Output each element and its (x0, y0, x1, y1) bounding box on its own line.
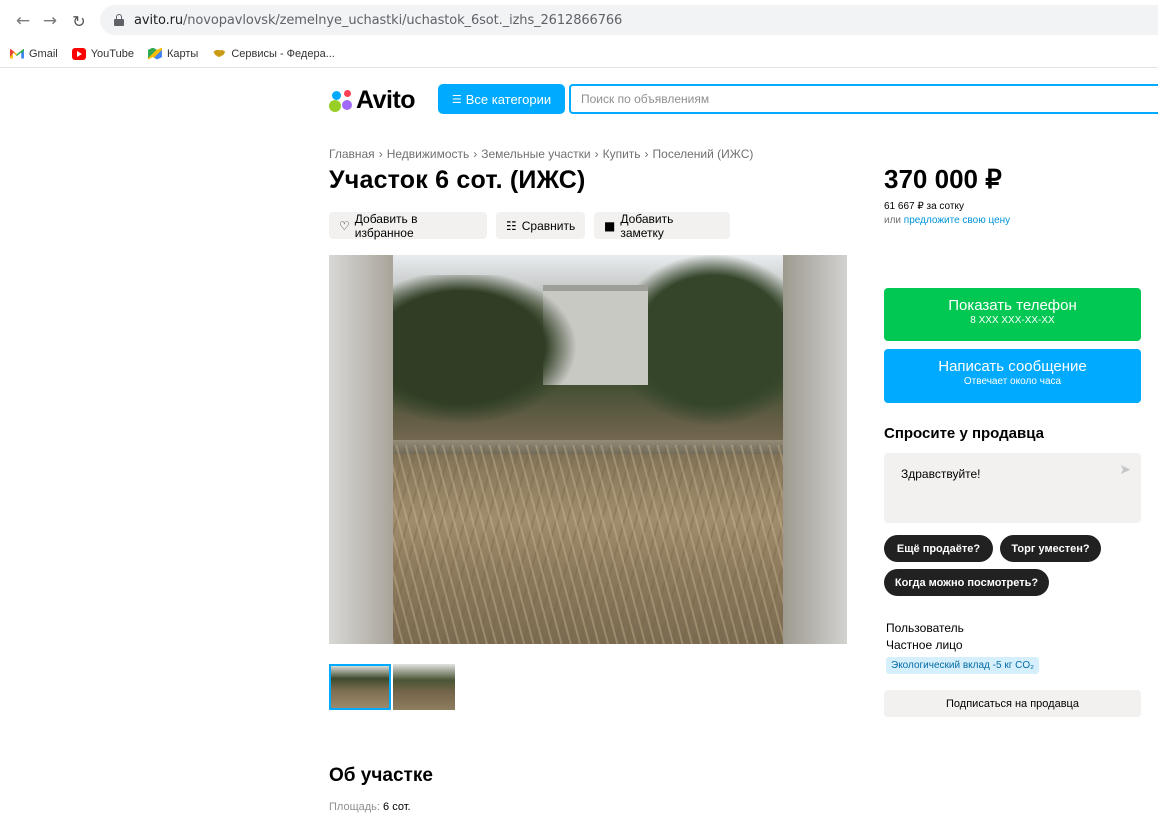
breadcrumb-item-home[interactable]: Главная (329, 147, 375, 161)
photo-gallery[interactable] (329, 255, 847, 644)
compare-button[interactable]: ☷ Сравнить (496, 212, 585, 239)
add-to-favorites-button[interactable]: ♡ Добавить в избранное (329, 212, 487, 240)
breadcrumb-item-izhs[interactable]: Поселений (ИЖС) (653, 147, 754, 161)
ask-seller-title: Спросите у продавца (884, 425, 1044, 442)
bookmark-gmail[interactable]: Gmail (10, 48, 58, 60)
bookmark-maps[interactable]: Карты (147, 47, 198, 60)
heart-icon: ♡ (339, 218, 350, 233)
breadcrumb-item-land[interactable]: Земельные участки (481, 147, 590, 161)
gallery-blur-left (329, 255, 393, 644)
menu-search-icon: ☰ (451, 92, 462, 106)
photo-thumbnail[interactable] (393, 664, 455, 710)
quick-question-chip[interactable]: Когда можно посмотреть? (884, 569, 1049, 596)
show-phone-button[interactable]: Показать телефон 8 XXX XXX-XX-XX (884, 288, 1141, 341)
bookmark-youtube[interactable]: YouTube (71, 47, 134, 60)
forward-arrow-icon[interactable]: → (37, 8, 63, 34)
url-text: avito.ru/novopavlovsk/zemelnye_uchastki/… (134, 12, 623, 28)
main-photo[interactable] (393, 255, 783, 644)
area-param: Площадь: 6 сот. (329, 801, 411, 813)
seller-type: Частное лицо (886, 638, 963, 652)
quick-question-chip[interactable]: Торг уместен? (1000, 535, 1101, 562)
subscribe-seller-button[interactable]: Подписаться на продавца (884, 690, 1141, 717)
lock-icon[interactable] (114, 14, 124, 26)
write-message-button[interactable]: Написать сообщение Отвечает около часа (884, 349, 1141, 403)
send-icon[interactable]: ➤ (1119, 462, 1131, 478)
back-arrow-icon[interactable]: ← (10, 8, 36, 34)
youtube-icon (71, 47, 86, 60)
bookmark-gov-services[interactable]: Сервисы - Федера... (212, 47, 335, 60)
logo-dots-icon (329, 89, 353, 112)
all-categories-button[interactable]: ☰ Все категории (438, 84, 565, 114)
breadcrumb-item-buy[interactable]: Купить (603, 147, 641, 161)
offer-price-link[interactable]: предложите свою цену (904, 215, 1010, 226)
quick-question-chip[interactable]: Ещё продаёте? (884, 535, 993, 562)
avito-logo[interactable]: Avito (329, 86, 416, 115)
add-note-button[interactable]: ■ Добавить заметку (594, 212, 730, 240)
offer-price: или предложите свою цену (884, 215, 1011, 226)
price: 370 000 ₽ (884, 164, 1002, 194)
eco-contribution-badge[interactable]: Экологический вклад -5 кг CO₂ (886, 657, 1040, 674)
photo-thumbnail[interactable] (329, 664, 391, 710)
breadcrumb-item-realty[interactable]: Недвижимость (387, 147, 470, 161)
message-input[interactable]: Здравствуйте! ➤ (884, 453, 1141, 523)
bookmarks-bar: Gmail YouTube Карты Сервисы - Федера... (0, 40, 1158, 68)
reload-icon[interactable]: ↻ (66, 8, 92, 34)
seller-name[interactable]: Пользователь (886, 621, 964, 635)
browser-toolbar: ← → ↻ avito.ru/novopavlovsk/zemelnye_uch… (0, 0, 1158, 40)
gmail-icon (10, 48, 24, 60)
compare-icon: ☷ (506, 218, 517, 233)
address-bar[interactable]: avito.ru/novopavlovsk/zemelnye_uchastki/… (100, 5, 1158, 35)
listing-title: Участок 6 сот. (ИЖС) (329, 166, 586, 194)
gov-emblem-icon (212, 47, 227, 60)
gallery-blur-right (783, 255, 847, 644)
search-input[interactable]: Поиск по объявлениям (569, 84, 1158, 114)
breadcrumb: Главная › Недвижимость › Земельные участки › К… (329, 147, 754, 161)
note-icon: ■ (604, 218, 616, 233)
about-section-title: Об участке (329, 765, 433, 786)
price-per-unit: 61 667 ₽ за сотку (884, 201, 964, 212)
maps-icon (147, 47, 162, 60)
